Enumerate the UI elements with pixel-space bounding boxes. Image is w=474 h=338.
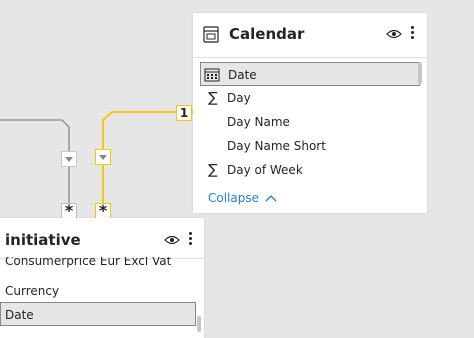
calendar-table-header[interactable]: Calendar: [193, 13, 427, 58]
more-options-icon[interactable]: [411, 26, 415, 42]
field-label: Date: [228, 68, 257, 82]
cardinality-one-badge: 1: [176, 105, 192, 121]
chevron-up-icon: [265, 195, 277, 202]
scrollbar[interactable]: [418, 62, 422, 84]
initiative-table-title: initiative: [5, 231, 81, 249]
sum-icon: ∑: [208, 162, 218, 178]
field-label: Consumerprice Eur Excl Vat: [5, 257, 172, 268]
cardinality-many-badge: *: [61, 203, 77, 219]
crossfilter-direction-icon[interactable]: [61, 151, 77, 167]
collapse-link[interactable]: Collapse: [208, 191, 277, 205]
field-row-date[interactable]: Date: [200, 62, 420, 86]
active-relationship-line: [102, 111, 193, 210]
field-row-day[interactable]: ∑ Day: [200, 86, 420, 110]
calendar-table-title: Calendar: [229, 25, 305, 43]
field-label: Day: [227, 91, 251, 105]
field-row-date[interactable]: Date: [0, 302, 196, 326]
visibility-eye-icon[interactable]: [386, 29, 402, 39]
scrollbar[interactable]: [197, 316, 201, 332]
field-label: Day of Week: [227, 163, 303, 177]
field-label: Day Name Short: [227, 139, 326, 153]
field-row-day-name[interactable]: Day Name: [200, 110, 420, 134]
field-row-day-name-short[interactable]: Day Name Short: [200, 134, 420, 158]
calendar-table-card[interactable]: Calendar Date ∑ Day Day Name Day Name Sh…: [193, 13, 427, 213]
collapse-label: Collapse: [208, 191, 259, 205]
sum-icon: ∑: [208, 90, 218, 106]
more-options-icon[interactable]: [189, 232, 193, 248]
field-label: Day Name: [227, 115, 290, 129]
inactive-relationship-line: [0, 119, 70, 210]
crossfilter-direction-icon[interactable]: [95, 149, 111, 165]
header-divider: [193, 57, 427, 58]
initiative-table-card[interactable]: initiative Consumerprice Eur Excl Vat Cu…: [0, 218, 204, 338]
field-label: Currency: [5, 284, 60, 298]
field-row-consumerprice[interactable]: Consumerprice Eur Excl Vat: [0, 257, 196, 275]
table-icon: [203, 26, 219, 43]
calendar-icon: [204, 68, 220, 82]
visibility-eye-icon[interactable]: [164, 235, 180, 245]
cardinality-many-badge: *: [95, 203, 111, 219]
field-row-day-of-week[interactable]: ∑ Day of Week: [200, 158, 420, 182]
field-row-currency[interactable]: Currency: [0, 279, 196, 303]
field-label: Date: [5, 308, 34, 322]
